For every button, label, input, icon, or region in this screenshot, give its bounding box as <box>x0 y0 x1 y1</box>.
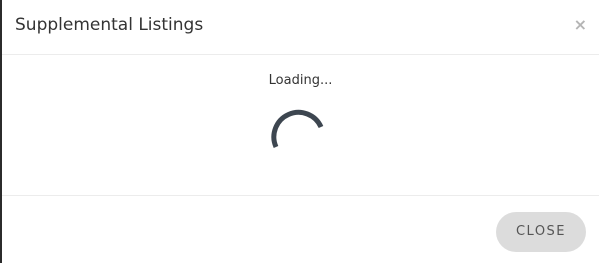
modal-header: Supplemental Listings × <box>2 0 599 55</box>
modal-footer: CLOSE <box>2 196 599 263</box>
loading-text: Loading... <box>268 73 333 88</box>
close-icon[interactable]: × <box>574 15 587 35</box>
supplemental-listings-modal: Supplemental Listings × Loading... CLOSE <box>0 0 599 263</box>
spinner-arc <box>271 109 324 149</box>
modal-body: Loading... <box>2 55 599 196</box>
close-button[interactable]: CLOSE <box>496 212 586 252</box>
loading-spinner-icon <box>271 109 324 149</box>
modal-title: Supplemental Listings <box>15 15 204 35</box>
